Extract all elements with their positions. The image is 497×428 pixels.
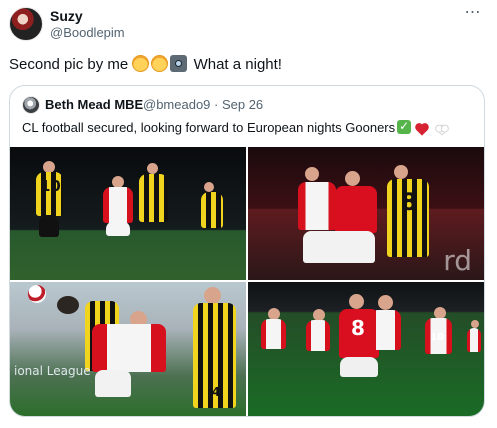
- quoted-tweet-card[interactable]: Beth Mead MBE @bmeado9 · Sep 26 CL footb…: [9, 85, 485, 417]
- player-kit-red: [335, 186, 377, 233]
- player-head: [394, 165, 408, 179]
- soccer-ball: [28, 285, 46, 303]
- quoted-tweet-text: CL football secured, looking forward to …: [22, 118, 451, 136]
- media-grid: 10 8 rd 4 ional League 8 10: [10, 147, 484, 416]
- player-shorts-white: [106, 221, 130, 236]
- quoted-author-avatar[interactable]: [22, 96, 40, 114]
- red-heart-icon: [416, 124, 428, 136]
- player-shorts-white: [95, 370, 131, 397]
- player-shorts-white: [303, 231, 375, 263]
- white-heart-icon: [436, 124, 448, 136]
- author-name[interactable]: Suzy: [50, 8, 83, 25]
- quoted-author-handle-date[interactable]: @bmeado9 · Sep 26: [143, 97, 263, 113]
- player-kit-yellow: [201, 192, 223, 228]
- camera-icon: [170, 55, 188, 72]
- author-avatar[interactable]: [9, 7, 43, 41]
- tweet-text-main: Second pic by me: [9, 56, 129, 73]
- smiling-face-icon: [132, 55, 150, 72]
- player-head: [345, 171, 360, 186]
- player-kit-red-white: [261, 319, 286, 349]
- player-kit-yellow: [139, 174, 168, 222]
- match-photo-2[interactable]: 8 rd: [248, 147, 484, 280]
- player-head: [204, 287, 221, 304]
- shirt-number: 10: [40, 177, 61, 195]
- player-head: [147, 163, 158, 174]
- player-shorts-black: [39, 215, 59, 237]
- player-kit-red-white: [370, 310, 401, 350]
- shirt-number: 8: [351, 316, 365, 340]
- player-head: [204, 182, 214, 192]
- more-horizontal-icon[interactable]: ⋯: [462, 5, 484, 25]
- tweet-text-after-emoji: What a night!: [193, 56, 282, 73]
- quoted-tweet-text-main: CL football secured, looking forward to …: [22, 120, 396, 135]
- player-kit-red-white: [103, 187, 133, 223]
- stadium-board-text: rd: [443, 244, 472, 277]
- player-head: [57, 296, 79, 314]
- shirt-number: 10: [430, 332, 444, 343]
- player-head: [471, 320, 479, 328]
- player-kit-red-white: [467, 328, 481, 352]
- player-shorts-white: [340, 357, 378, 377]
- player-kit-red-white: [306, 320, 330, 351]
- match-photo-4[interactable]: 8 10: [248, 282, 484, 416]
- shirt-number: 8: [400, 188, 418, 216]
- match-photo-3[interactable]: 9 4 ional League: [10, 282, 246, 416]
- match-photo-1[interactable]: 10: [10, 147, 246, 280]
- tweet-page: Suzy @Boodlepim ⋯ Second pic by me What …: [0, 0, 497, 428]
- stadium-board-text: ional League: [14, 364, 91, 378]
- check-mark-icon: [397, 118, 412, 134]
- player-head: [378, 295, 393, 310]
- author-handle[interactable]: @Boodlepim: [50, 25, 125, 41]
- quoted-author-name[interactable]: Beth Mead MBE: [45, 97, 143, 113]
- player-kit-red-white: [298, 182, 336, 230]
- player-kit-red-white: [92, 324, 166, 372]
- shirt-number: 4: [211, 385, 221, 399]
- tweet-text: Second pic by me What a night!: [9, 55, 282, 74]
- smiling-face-icon: [151, 55, 169, 72]
- player-head: [305, 167, 319, 181]
- player-head: [349, 294, 364, 309]
